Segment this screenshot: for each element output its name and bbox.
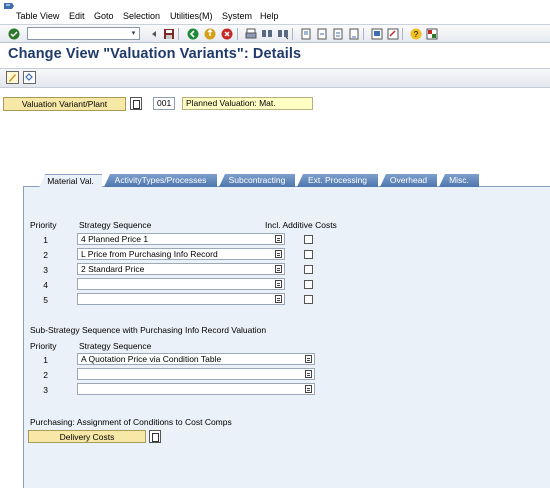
priority-1: 1 [43,235,48,245]
sub-priority-1: 1 [43,355,48,365]
priority-3: 3 [43,265,48,275]
menu-table-view[interactable]: Table View [16,11,59,21]
command-dropdown-icon[interactable]: ▾ [129,29,138,38]
next-page-icon[interactable] [331,27,344,40]
prev-page-icon[interactable] [315,27,328,40]
history-back-icon[interactable] [147,27,160,40]
valuation-variant-field[interactable]: 001 [153,97,175,110]
tab-overhead[interactable]: Overhead [380,174,437,187]
command-field[interactable]: ▾ [27,27,140,40]
incl-additive-costs-checkbox-3[interactable] [304,265,313,274]
sub-strategy-sequence-field-2[interactable] [77,368,315,380]
sub-strategy-sequence-field-1[interactable]: A Quotation Price via Condition Table [77,353,315,365]
strategy-sequence-value-2: L Price from Purchasing Info Record [81,249,218,259]
menu-bar: Table View Edit Goto Selection Utilities… [0,0,550,24]
sub-strategy-sequence-value-1: A Quotation Price via Condition Table [81,354,222,364]
strategy-sequence-field-2[interactable]: L Price from Purchasing Info Record [77,248,285,260]
strategy-sequence-value-3: 2 Standard Price [81,264,145,274]
value-help-icon[interactable] [305,355,312,363]
sub-priority-3: 3 [43,385,48,395]
find-next-icon[interactable] [276,27,289,40]
strategy-sequence-value-1: 4 Planned Price 1 [81,234,149,244]
sub-strategy-sequence-header: Strategy Sequence [79,341,152,351]
save-icon[interactable] [162,27,175,40]
variant-description: Planned Valuation: Mat. [182,97,313,110]
tab-subcontracting[interactable]: Subcontracting [219,174,295,187]
purchasing-title: Purchasing: Assignment of Conditions to … [30,417,232,427]
menu-goto[interactable]: Goto [94,11,114,21]
priority-2: 2 [43,250,48,260]
value-help-icon[interactable] [275,250,282,258]
priority-4: 4 [43,280,48,290]
menu-selection[interactable]: Selection [123,11,160,21]
incl-additive-costs-checkbox-1[interactable] [304,235,313,244]
menu-edit[interactable]: Edit [69,11,85,21]
print-icon[interactable] [244,27,257,40]
sub-priority-header: Priority [30,341,57,351]
shortcut-icon[interactable] [386,27,399,40]
cancel-icon[interactable] [220,27,233,40]
help-icon[interactable]: ? [409,27,422,40]
page-title: Change View "Valuation Variants": Detail… [8,46,302,62]
menu-help[interactable]: Help [260,11,279,21]
sub-strategy-title: Sub-Strategy Sequence with Purchasing In… [30,325,267,335]
strategy-sequence-field-3[interactable]: 2 Standard Price [77,263,285,275]
incl-additive-costs-header: Incl. Additive Costs [265,220,337,230]
priority-header: Priority [30,220,57,230]
back-icon[interactable] [186,27,199,40]
find-icon[interactable] [260,27,273,40]
last-page-icon[interactable] [347,27,360,40]
delivery-costs-button[interactable]: Delivery Costs [28,430,146,443]
tab-ext-processing[interactable]: Ext. Processing [297,174,378,187]
enter-icon[interactable] [7,27,20,40]
incl-additive-costs-checkbox-4[interactable] [304,280,313,289]
other-entry-icon[interactable] [23,71,36,84]
value-help-icon[interactable] [305,370,312,378]
document-icon[interactable] [130,97,142,110]
sub-strategy-sequence-field-3[interactable] [77,383,315,395]
strategy-sequence-field-1[interactable]: 4 Planned Price 1 [77,233,285,245]
sub-priority-2: 2 [43,370,48,380]
value-help-icon[interactable] [275,295,282,303]
tab-activity-types-processes[interactable]: ActivityTypes/Processes [104,174,217,187]
new-session-icon[interactable] [370,27,383,40]
svg-text:?: ? [413,30,418,39]
value-help-icon[interactable] [275,235,282,243]
strategy-sequence-field-5[interactable] [77,293,285,305]
incl-additive-costs-checkbox-2[interactable] [304,250,313,259]
tab-material-val[interactable]: Material Val. [39,174,102,188]
value-help-icon[interactable] [275,280,282,288]
document-icon[interactable] [149,430,161,443]
tab-misc[interactable]: Misc. [439,174,479,187]
layout-icon[interactable] [425,27,438,40]
exit-icon[interactable] [203,27,216,40]
application-toolbar [0,68,550,88]
first-page-icon[interactable] [299,27,312,40]
valuation-variant-plant-button[interactable]: Valuation Variant/Plant [3,97,126,111]
menu-utilities[interactable]: Utilities(M) [170,11,213,21]
sap-logo-icon[interactable] [3,1,15,11]
standard-toolbar: ▾ ? [0,24,550,43]
menu-system[interactable]: System [222,11,252,21]
strategy-sequence-field-4[interactable] [77,278,285,290]
value-help-icon[interactable] [305,385,312,393]
strategy-sequence-header: Strategy Sequence [79,220,152,230]
incl-additive-costs-checkbox-5[interactable] [304,295,313,304]
display-change-icon[interactable] [6,71,19,84]
value-help-icon[interactable] [275,265,282,273]
priority-5: 5 [43,295,48,305]
